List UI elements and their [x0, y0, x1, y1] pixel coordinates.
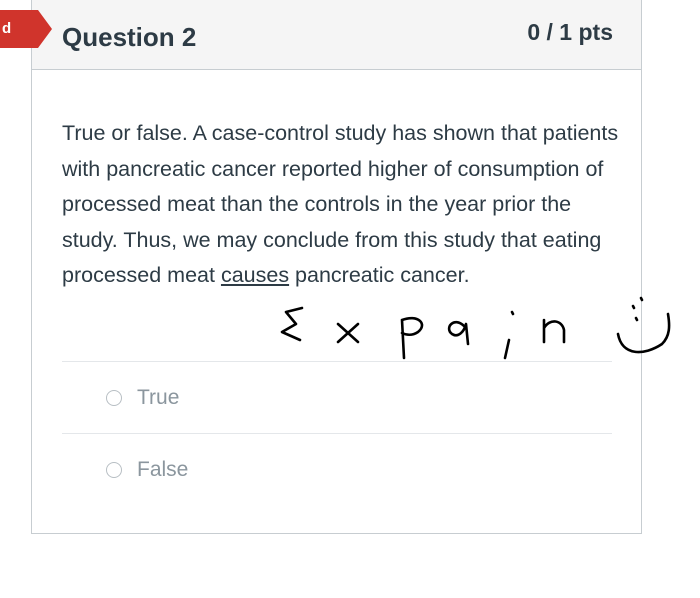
handwriting-stroke-e: [280, 306, 304, 342]
handwriting-stroke-p: [400, 316, 424, 360]
answer-divider: [62, 433, 612, 434]
flag-label: d: [2, 20, 12, 37]
answer-option-false[interactable]: False: [106, 456, 188, 484]
handwriting-stroke-i: [503, 338, 511, 360]
handwriting-stroke-n: [542, 318, 566, 344]
radio-false[interactable]: [106, 462, 122, 478]
handwriting-stroke-a: [447, 320, 470, 346]
question-title: Question 2: [62, 22, 197, 52]
handwriting-dot-i: [510, 310, 515, 316]
answer-label-false[interactable]: False: [137, 458, 188, 482]
handwriting-smiley-eye2: [634, 316, 639, 322]
answer-label-true[interactable]: True: [137, 386, 179, 410]
handwritten-annotation: [280, 296, 671, 360]
radio-true[interactable]: [106, 390, 122, 406]
handwriting-smiley-eye1: [631, 304, 636, 310]
question-text-after: pancreatic cancer.: [289, 263, 470, 287]
question-text-underlined: causes: [220, 263, 290, 287]
handwriting-smiley-mouth: [616, 312, 671, 354]
quiz-page: Question 2 0 / 1 pts True or false. A ca…: [0, 0, 700, 598]
question-points: 0 / 1 pts: [527, 19, 613, 45]
question-text: True or false. A case-control study has …: [62, 116, 622, 294]
answer-option-true[interactable]: True: [106, 384, 179, 412]
question-card: Question 2 0 / 1 pts True or false. A ca…: [31, 0, 642, 534]
question-header: Question 2 0 / 1 pts: [32, 0, 641, 70]
handwriting-smiley-eye3: [639, 296, 644, 302]
